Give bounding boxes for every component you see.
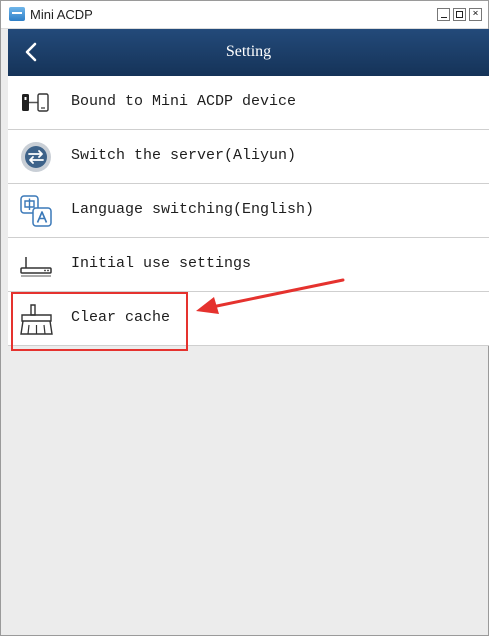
close-button[interactable]: ×: [469, 8, 482, 21]
app-window: Mini ACDP × Setting Bound to Mini ACDP d…: [0, 0, 489, 636]
settings-item-clear-cache[interactable]: Clear cache: [8, 292, 489, 346]
settings-list: Bound to Mini ACDP device Switch the ser…: [8, 76, 489, 346]
settings-item-label: Initial use settings: [71, 255, 252, 272]
server-switch-icon: [18, 139, 54, 175]
language-icon: [18, 193, 54, 229]
window-title: Mini ACDP: [30, 7, 93, 22]
settings-item-initial-use[interactable]: Initial use settings: [8, 238, 489, 292]
title-bar: Mini ACDP ×: [1, 1, 488, 29]
minimize-button[interactable]: [437, 8, 450, 21]
device-link-icon: [18, 85, 54, 121]
nav-bar: Setting: [8, 29, 489, 76]
settings-item-language[interactable]: Language switching(English): [8, 184, 489, 238]
settings-item-label: Language switching(English): [71, 201, 315, 218]
settings-item-label: Clear cache: [71, 309, 171, 326]
page-title: Setting: [225, 43, 272, 60]
settings-item-label: Bound to Mini ACDP device: [71, 93, 297, 110]
broom-icon: [18, 301, 54, 337]
settings-item-bound-device[interactable]: Bound to Mini ACDP device: [8, 76, 489, 130]
settings-item-switch-server[interactable]: Switch the server(Aliyun): [8, 130, 489, 184]
settings-item-label: Switch the server(Aliyun): [71, 147, 297, 164]
maximize-button[interactable]: [453, 8, 466, 21]
app-icon: [9, 7, 25, 21]
router-icon: [18, 247, 54, 283]
